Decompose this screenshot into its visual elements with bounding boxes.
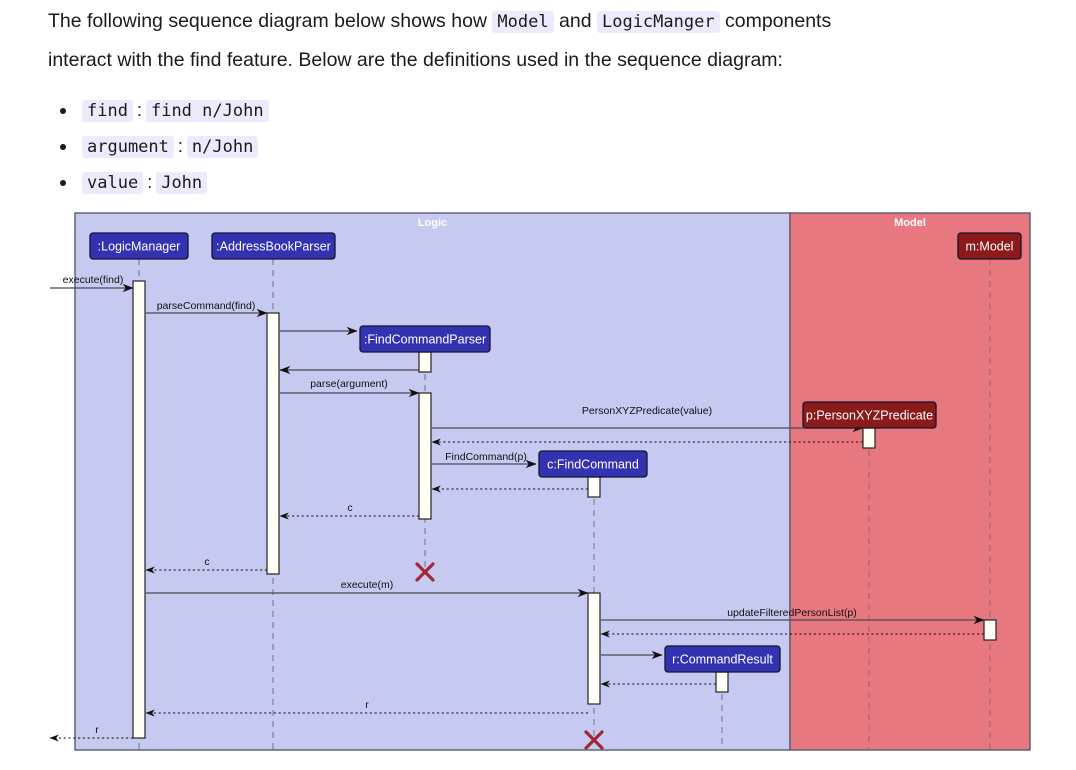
message-label: execute(find): [63, 274, 124, 286]
definition-separator: :: [136, 100, 142, 120]
message-execute-find: execute(find): [50, 274, 134, 293]
activation-bar-findcommand: [587, 592, 601, 705]
intro-text-b: and: [553, 10, 597, 32]
participant-box-findcommand[interactable]: c:FindCommand: [538, 450, 648, 478]
participant-label: :FindCommandParser: [364, 333, 486, 347]
message-label: execute(m): [341, 579, 394, 591]
inline-code-model: Model: [492, 11, 554, 33]
participant-label: c:FindCommand: [547, 458, 639, 472]
definition-separator: :: [177, 136, 183, 156]
definition-term: argument: [82, 136, 174, 158]
definition-value: John: [156, 172, 208, 194]
message-label: c: [347, 502, 352, 514]
message-label: parseCommand(find): [157, 300, 256, 312]
message-findcommand-p: FindCommand(p): [432, 451, 537, 469]
activation-bar-model: [983, 619, 997, 641]
definition-term: find: [82, 100, 133, 122]
definition-value: find n/John: [145, 100, 269, 122]
panel-model: Model: [789, 212, 1031, 751]
message-label: r: [365, 699, 369, 711]
message-label: r: [95, 724, 99, 736]
message-parsecommand-find: parseCommand(find): [146, 300, 268, 318]
participant-box-model[interactable]: m:Model: [957, 232, 1022, 260]
message-label: FindCommand(p): [445, 451, 527, 463]
activation-bar-commandresult: [715, 671, 729, 693]
participant-box-logicmanager[interactable]: :LogicManager: [89, 232, 189, 260]
message-label: updateFilteredPersonList(p): [727, 607, 857, 619]
participant-box-commandresult[interactable]: r:CommandResult: [664, 645, 781, 673]
definition-term: value: [82, 172, 144, 194]
participant-label: :AddressBookParser: [216, 240, 331, 254]
participant-box-personxyzpredicate[interactable]: p:PersonXYZPredicate: [802, 401, 937, 429]
activation-bar-findcommand: [587, 476, 601, 498]
intro-line-2: interact with the find feature. Below ar…: [48, 49, 783, 71]
activation-bar-findcommandparser: [418, 392, 432, 520]
participant-label: r:CommandResult: [672, 653, 773, 667]
participant-label: :LogicManager: [98, 240, 181, 254]
intro-text-c: components: [719, 10, 832, 32]
intro-text-block: The following sequence diagram below sho…: [0, 0, 1076, 201]
activation-bar-addressbookparser: [266, 312, 280, 575]
participant-box-addressbookparser[interactable]: :AddressBookParser: [211, 232, 336, 260]
definition-separator: :: [147, 172, 153, 192]
activation-bar-findcommandparser: [418, 351, 432, 373]
sequence-diagram: Logic Model execute(find) parseCommand(fin…: [0, 198, 1076, 770]
inline-code-logicmanger: LogicManger: [596, 11, 720, 33]
definitions-list: find: find n/John argument: n/John value: J…: [48, 93, 1026, 201]
definition-item: find: find n/John: [60, 93, 1026, 129]
definition-item: argument: n/John: [60, 129, 1026, 165]
message-label: c: [204, 556, 209, 568]
message-label: parse(argument): [310, 378, 388, 390]
definition-value: n/John: [186, 136, 259, 158]
activation-bar-logicmanager: [132, 280, 146, 739]
panels-layer: Logic Model: [74, 212, 1031, 751]
activation-bar-personxyzpredicate: [862, 427, 876, 449]
panel-title: Logic: [418, 217, 447, 229]
intro-line-1: The following sequence diagram below sho…: [48, 0, 1026, 39]
definition-item: value: John: [60, 165, 1026, 201]
participant-box-findcommandparser[interactable]: :FindCommandParser: [359, 325, 491, 353]
participant-label: m:Model: [966, 240, 1014, 254]
intro-text-a: The following sequence diagram below sho…: [48, 10, 493, 32]
panel-title: Model: [894, 217, 926, 229]
message-label: PersonXYZPredicate(value): [582, 405, 712, 417]
participant-label: p:PersonXYZPredicate: [806, 409, 933, 423]
